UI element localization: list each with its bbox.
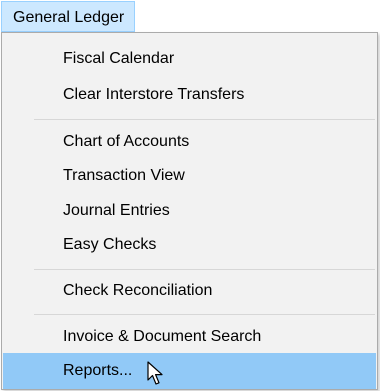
menu-item-chart-of-accounts[interactable]: Chart of Accounts [3,124,376,160]
menu-item-clear-interstore-transfers[interactable]: Clear Interstore Transfers [3,77,376,113]
menu-item-check-reconciliation[interactable]: Check Reconciliation [3,273,376,309]
general-ledger-dropdown: Fiscal Calendar Clear Interstore Transfe… [1,32,378,390]
menu-item-invoice-document-search[interactable]: Invoice & Document Search [3,319,376,355]
menu-item-reports[interactable]: Reports... [3,353,376,389]
mouse-pointer-icon [147,361,163,385]
menu-general-ledger[interactable]: General Ledger [1,1,136,32]
menu-item-journal-entries[interactable]: Journal Entries [3,193,376,229]
menu-item-transaction-view[interactable]: Transaction View [3,158,376,194]
menu-separator [34,269,375,270]
menu-bar: General Ledger [0,0,380,34]
menu-separator [34,119,375,120]
menu-separator [34,314,375,315]
menu-item-fiscal-calendar[interactable]: Fiscal Calendar [3,41,376,77]
menu-item-easy-checks[interactable]: Easy Checks [3,227,376,263]
